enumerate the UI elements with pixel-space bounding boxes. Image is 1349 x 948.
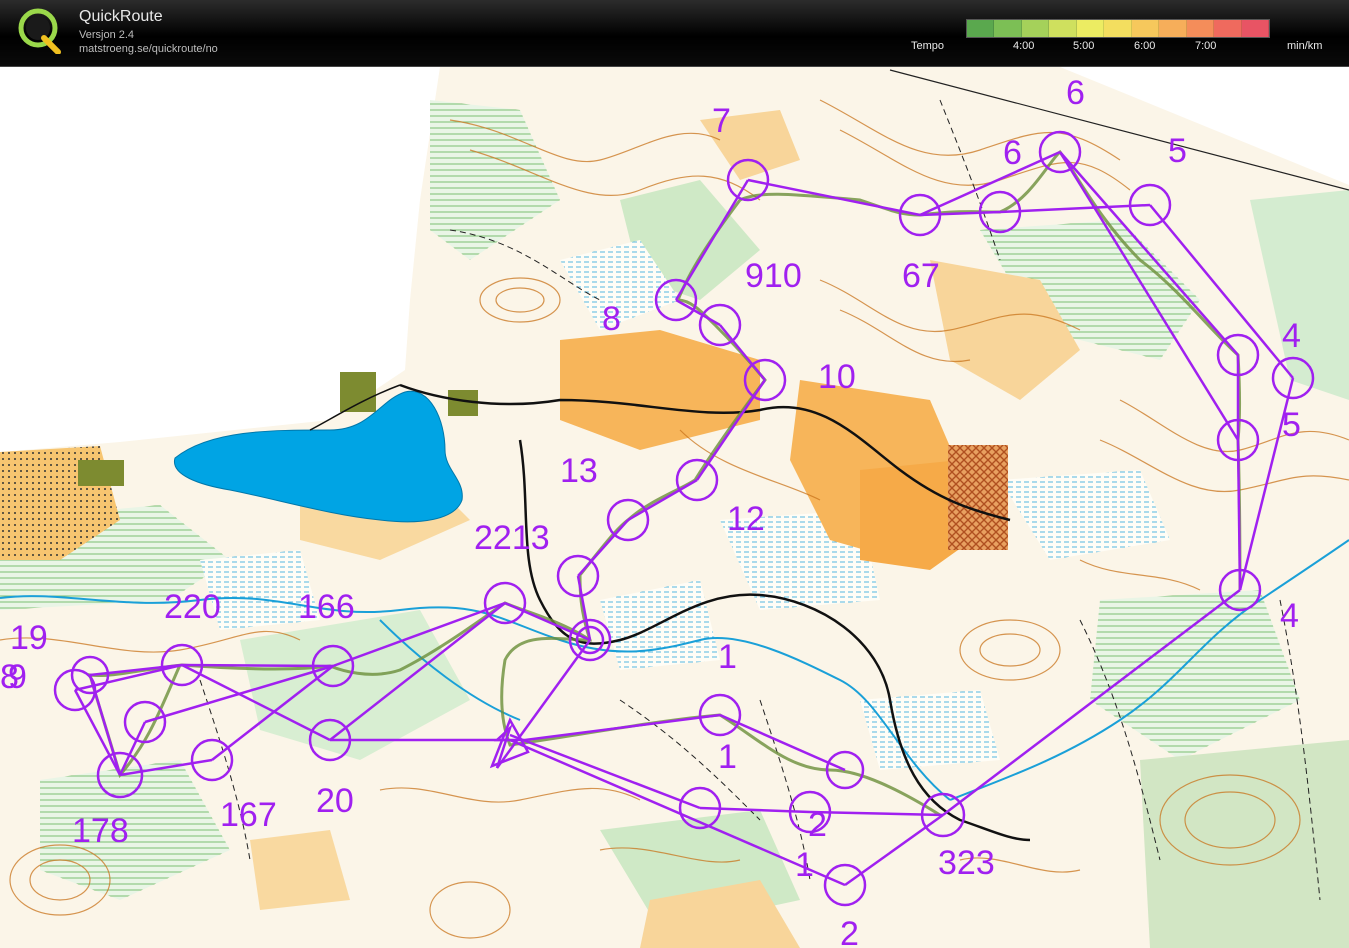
control-number: 12 [727, 500, 765, 538]
tempo-color-swatch [1131, 20, 1160, 37]
control-number: 4 [1282, 317, 1301, 355]
app-version: Versjon 2.4 [79, 29, 135, 41]
control-number: 4 [1280, 597, 1299, 635]
control-number: 220 [164, 588, 221, 626]
tempo-color-swatch [1241, 20, 1269, 37]
tempo-tick: 5:00 [1073, 40, 1095, 52]
control-number: 1 [795, 846, 814, 884]
control-number: 20 [316, 782, 354, 820]
control-number: 10 [818, 358, 856, 396]
tempo-color-swatch [1049, 20, 1077, 37]
app-title: QuickRoute [79, 8, 163, 25]
tempo-color-swatch [1186, 20, 1215, 37]
tempo-label: Tempo [911, 40, 945, 52]
control-number: 9 [8, 658, 27, 696]
tempo-color-swatch [1104, 20, 1132, 37]
orienteering-map[interactable]: 1 1 1 2 2 323 4 4 5 5 6 6 67 7 8 8 910 1… [0, 67, 1349, 948]
tempo-tick: 6:00 [1134, 40, 1156, 52]
tempo-color-swatch [967, 20, 995, 37]
control-number: 7 [712, 102, 731, 140]
control-number: 2213 [474, 519, 550, 557]
control-number: 19 [10, 619, 48, 657]
control-number: 167 [220, 796, 277, 834]
control-number: 2 [840, 915, 859, 948]
control-number: 178 [72, 812, 129, 850]
title-bar: QuickRoute Versjon 2.4 matstroeng.se/qui… [0, 0, 1349, 67]
map-canvas[interactable]: 1 1 1 2 2 323 4 4 5 5 6 6 67 7 8 8 910 1… [0, 67, 1349, 948]
tempo-tick: 7:00 [1195, 40, 1217, 52]
tempo-color-swatch [1076, 20, 1105, 37]
control-number: 8 [602, 300, 621, 338]
tempo-color-scale [966, 19, 1270, 38]
tempo-tick: 4:00 [1013, 40, 1035, 52]
control-number: 5 [1168, 132, 1187, 170]
control-number: 1 [718, 738, 737, 776]
control-number: 5 [1282, 406, 1301, 444]
control-number: 1 [718, 638, 737, 676]
control-number: 6 [1066, 74, 1085, 112]
control-number: 166 [298, 588, 355, 626]
control-number: 323 [938, 844, 995, 882]
control-number: 6 [1003, 134, 1022, 172]
tempo-color-swatch [1214, 20, 1242, 37]
tempo-color-swatch [1021, 20, 1050, 37]
quickroute-logo [18, 8, 61, 54]
tempo-color-swatch [1159, 20, 1187, 37]
tempo-unit: min/km [1287, 40, 1323, 52]
app-url: matstroeng.se/quickroute/no [79, 43, 218, 55]
control-number: 2 [808, 806, 827, 844]
control-number: 67 [902, 257, 940, 295]
control-number: 910 [745, 257, 802, 295]
control-number: 13 [560, 452, 598, 490]
tempo-color-swatch [994, 20, 1022, 37]
